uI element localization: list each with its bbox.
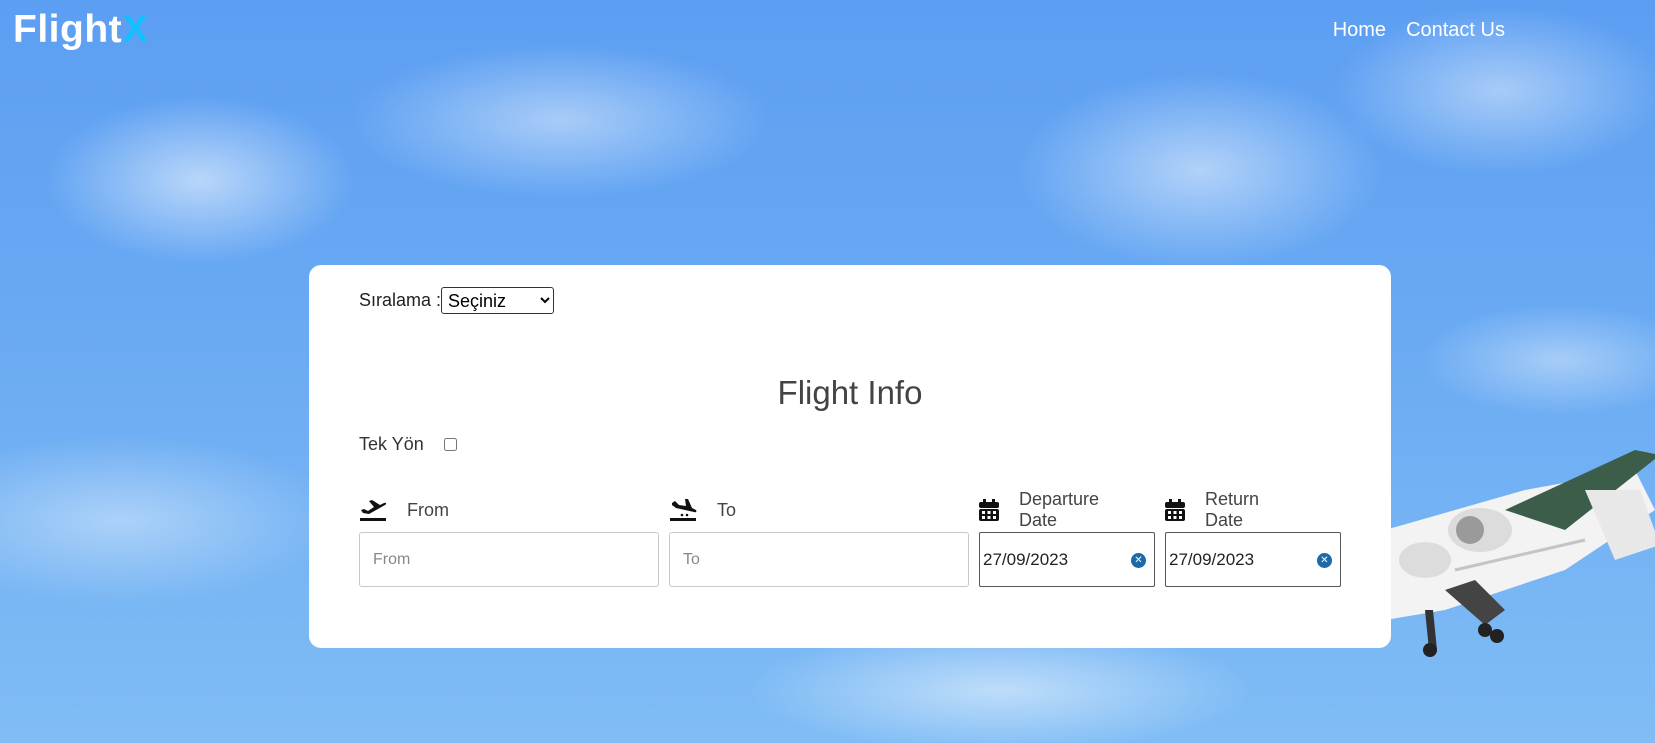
- to-input[interactable]: [669, 532, 969, 587]
- to-label-row: To: [669, 495, 736, 525]
- sort-row: Sıralama : Seçiniz: [359, 287, 555, 314]
- departure-clear-icon[interactable]: ✕: [1131, 553, 1146, 568]
- oneway-label: Tek Yön: [359, 434, 424, 454]
- from-label: From: [407, 499, 449, 520]
- departure-date-input[interactable]: 27/09/2023 ✕: [979, 532, 1155, 587]
- from-input[interactable]: [359, 532, 659, 587]
- sort-label: Sıralama :: [359, 290, 442, 310]
- return-clear-icon[interactable]: ✕: [1317, 553, 1332, 568]
- logo-accent: X: [122, 8, 149, 51]
- sort-select[interactable]: Seçiniz: [441, 287, 555, 314]
- logo-text: Flight: [13, 8, 123, 51]
- return-label: Return Date: [1205, 489, 1260, 530]
- from-field: From: [359, 495, 659, 587]
- calendar-icon: [979, 498, 999, 522]
- return-date-field: Return Date 27/09/2023 ✕: [1165, 489, 1341, 587]
- departure-date-value: 27/09/2023: [983, 549, 1069, 569]
- top-nav: Home Contact Us: [1333, 19, 1505, 42]
- from-label-row: From: [359, 495, 449, 525]
- return-date-value: 27/09/2023: [1169, 549, 1255, 569]
- nav-home-link[interactable]: Home: [1333, 19, 1386, 42]
- page-title: Flight Info: [777, 374, 923, 412]
- to-field: To: [669, 495, 969, 587]
- plane-departure-icon: [359, 498, 387, 522]
- departure-date-field: Departure Date 27/09/2023 ✕: [979, 489, 1155, 587]
- airplane-image: [1385, 450, 1655, 657]
- return-date-input[interactable]: 27/09/2023 ✕: [1165, 532, 1341, 587]
- flight-info-card: Sıralama : Seçiniz Flight Info Tek Yön F…: [309, 265, 1391, 648]
- logo[interactable]: FlightX: [13, 8, 149, 52]
- plane-arrival-icon: [669, 498, 697, 522]
- departure-label: Departure Date: [1019, 489, 1100, 530]
- to-label: To: [717, 499, 737, 520]
- departure-label-row: Departure Date: [979, 489, 1101, 530]
- oneway-checkbox[interactable]: [443, 438, 457, 451]
- calendar-icon: [1165, 498, 1185, 522]
- oneway-row: Tek Yön: [359, 434, 457, 455]
- return-label-row: Return Date: [1165, 489, 1261, 530]
- nav-contact-link[interactable]: Contact Us: [1406, 19, 1505, 42]
